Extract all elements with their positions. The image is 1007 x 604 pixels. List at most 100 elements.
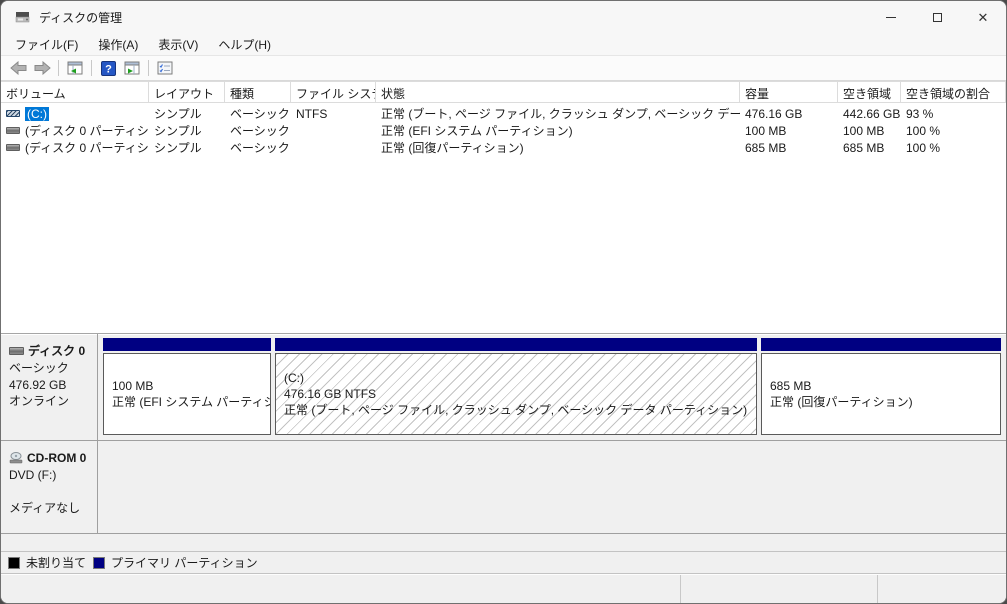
disk0-status: オンライン (9, 393, 93, 410)
status-segment (681, 575, 878, 603)
primary-partition-color-bar (761, 338, 1001, 351)
console-tree-toggle-button[interactable] (64, 58, 86, 78)
maximize-button[interactable] (914, 1, 960, 33)
volume-list-pane: ボリューム レイアウト 種類 ファイル システム 状態 容量 空き領域 空き領域… (1, 81, 1006, 333)
forward-arrow-icon (34, 61, 51, 75)
back-button[interactable] (7, 58, 29, 78)
volume-name: (ディスク 0 パーティション 4) (25, 139, 149, 156)
volume-row-partition1[interactable]: (ディスク 0 パーティション 1) シンプル ベーシック 正常 (EFI シス… (1, 122, 1006, 139)
volume-icon (6, 144, 20, 151)
column-header-free-percent[interactable]: 空き領域の割合 (901, 82, 1006, 102)
minimize-icon (886, 17, 896, 18)
maximize-icon (933, 13, 942, 22)
partition-status: 正常 (EFI システム パーティション) (112, 394, 262, 410)
properties-icon (157, 61, 173, 76)
status-segment (1, 575, 681, 603)
legend-bar: 未割り当て プライマリ パーティション (1, 551, 1006, 574)
volume-type: ベーシック (225, 139, 291, 156)
menu-action[interactable]: 操作(A) (88, 34, 148, 55)
column-header-volume[interactable]: ボリューム (1, 82, 149, 102)
menu-help[interactable]: ヘルプ(H) (208, 34, 281, 55)
help-icon: ? (101, 61, 116, 76)
toolbar-separator (148, 60, 149, 76)
disk0-row: ディスク 0 ベーシック 476.92 GB オンライン 100 MB 正常 (… (1, 334, 1006, 441)
properties-button[interactable] (154, 58, 176, 78)
column-header-filesystem[interactable]: ファイル システム (291, 82, 376, 102)
column-header-capacity[interactable]: 容量 (740, 82, 838, 102)
primary-partition-color-bar (103, 338, 271, 351)
volume-layout: シンプル (149, 105, 225, 122)
volume-type: ベーシック (225, 105, 291, 122)
volume-name: (ディスク 0 パーティション 1) (25, 122, 149, 139)
column-header-free-space[interactable]: 空き領域 (838, 82, 901, 102)
back-arrow-icon (10, 61, 27, 75)
partition-status: 正常 (回復パーティション) (770, 394, 992, 410)
graphical-view-pane: ディスク 0 ベーシック 476.92 GB オンライン 100 MB 正常 (… (1, 333, 1006, 574)
cdrom-drive-letter: DVD (F:) (9, 467, 93, 484)
column-header-type[interactable]: 種類 (225, 82, 291, 102)
volume-row-c[interactable]: (C:) シンプル ベーシック NTFS 正常 (ブート, ページ ファイル, … (1, 105, 1006, 122)
legend-unallocated-label: 未割り当て (26, 554, 86, 571)
volume-table-body: (C:) シンプル ベーシック NTFS 正常 (ブート, ページ ファイル, … (1, 103, 1006, 333)
volume-table-header: ボリューム レイアウト 種類 ファイル システム 状態 容量 空き領域 空き領域… (1, 81, 1006, 103)
cdrom-media-status: メディアなし (9, 500, 93, 517)
statusbar (1, 574, 1006, 603)
disk-management-window: ディスクの管理 ✕ ファイル(F) 操作(A) 表示(V) ヘルプ(H) (0, 0, 1007, 604)
volume-filesystem: NTFS (291, 107, 376, 121)
toolbar-separator (58, 60, 59, 76)
pane-spacer (1, 534, 1006, 551)
titlebar: ディスクの管理 ✕ (1, 1, 1006, 33)
menu-file[interactable]: ファイル(F) (5, 34, 88, 55)
disk0-size: 476.92 GB (9, 377, 93, 394)
legend-primary-label: プライマリ パーティション (111, 554, 258, 571)
disk-drive-icon (9, 347, 24, 355)
volume-capacity: 100 MB (740, 124, 838, 138)
cdrom-label-panel[interactable]: CD-ROM 0 DVD (F:) メディアなし (1, 441, 98, 533)
volume-icon (6, 127, 20, 134)
action-pane-toggle-button[interactable] (121, 58, 143, 78)
volume-name-cell: (C:) (1, 107, 149, 121)
partition-efi[interactable]: 100 MB 正常 (EFI システム パーティション) (103, 338, 271, 435)
volume-type: ベーシック (225, 122, 291, 139)
disk0-name: ディスク 0 (28, 343, 85, 360)
unallocated-swatch (8, 557, 20, 569)
volume-free: 685 MB (838, 141, 901, 155)
disk0-type: ベーシック (9, 360, 93, 377)
column-header-layout[interactable]: レイアウト (149, 82, 225, 102)
volume-status: 正常 (回復パーティション) (376, 139, 740, 156)
console-tree-toggle-icon (67, 61, 83, 76)
toolbar-separator (91, 60, 92, 76)
legend-primary-partition: プライマリ パーティション (93, 554, 258, 571)
volume-capacity: 476.16 GB (740, 107, 838, 121)
volume-free-percent: 93 % (901, 107, 1006, 121)
legend-unallocated: 未割り当て (8, 554, 86, 571)
menu-view[interactable]: 表示(V) (148, 34, 208, 55)
menubar: ファイル(F) 操作(A) 表示(V) ヘルプ(H) (1, 33, 1006, 55)
volume-free-percent: 100 % (901, 124, 1006, 138)
disk-management-icon (15, 9, 31, 25)
window-title: ディスクの管理 (39, 9, 122, 26)
partition-size: 476.16 GB NTFS (284, 386, 748, 402)
volume-name-cell: (ディスク 0 パーティション 1) (1, 122, 149, 139)
close-button[interactable]: ✕ (960, 1, 1006, 33)
cdrom-row: CD-ROM 0 DVD (F:) メディアなし (1, 441, 1006, 534)
column-header-status[interactable]: 状態 (376, 82, 740, 102)
minimize-button[interactable] (868, 1, 914, 33)
disk0-partition-area: 100 MB 正常 (EFI システム パーティション) (C:) 476.16… (98, 334, 1006, 440)
volume-layout: シンプル (149, 122, 225, 139)
volume-status: 正常 (ブート, ページ ファイル, クラッシュ ダンプ, ベーシック データ … (376, 105, 740, 122)
primary-partition-color-bar (275, 338, 757, 351)
volume-name-cell: (ディスク 0 パーティション 4) (1, 139, 149, 156)
disk0-label-panel[interactable]: ディスク 0 ベーシック 476.92 GB オンライン (1, 334, 98, 440)
volume-row-partition4[interactable]: (ディスク 0 パーティション 4) シンプル ベーシック 正常 (回復パーティ… (1, 139, 1006, 156)
forward-button[interactable] (31, 58, 53, 78)
partition-status: 正常 (ブート, ページ ファイル, クラッシュ ダンプ, ベーシック データ … (284, 402, 748, 418)
partition-c-selected[interactable]: (C:) 476.16 GB NTFS 正常 (ブート, ページ ファイル, ク… (275, 338, 757, 435)
volume-icon (6, 110, 20, 117)
partition-name: (C:) (284, 370, 748, 386)
primary-partition-swatch (93, 557, 105, 569)
help-button[interactable]: ? (97, 58, 119, 78)
volume-capacity: 685 MB (740, 141, 838, 155)
cdrom-empty-area (98, 441, 1006, 533)
partition-recovery[interactable]: 685 MB 正常 (回復パーティション) (761, 338, 1001, 435)
